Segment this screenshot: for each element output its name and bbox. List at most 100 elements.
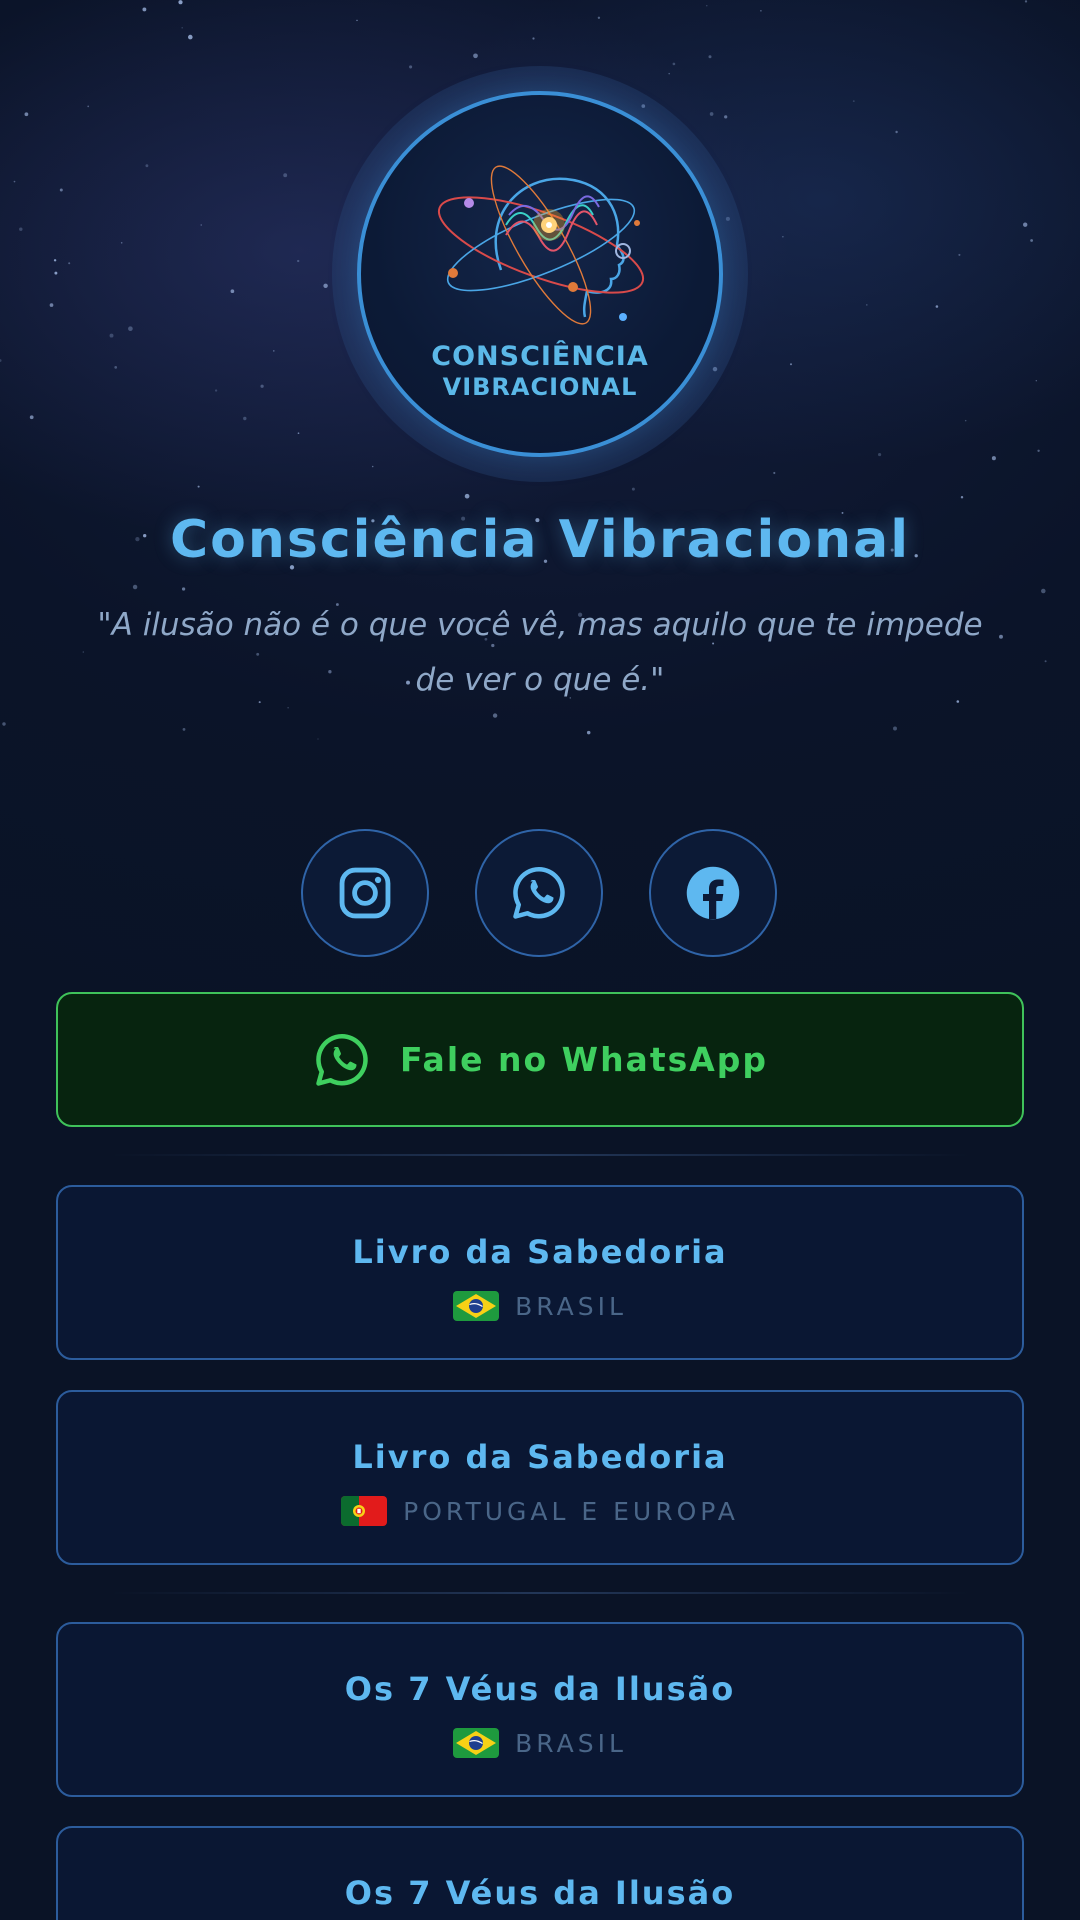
- star: [188, 34, 193, 40]
- star: [852, 100, 855, 102]
- star: [1041, 588, 1046, 594]
- star: [668, 72, 670, 75]
- star: [109, 333, 114, 338]
- star: [532, 37, 535, 40]
- star: [895, 130, 898, 134]
- star: [492, 713, 498, 718]
- star: [260, 384, 264, 388]
- link-card-title: Livro da Sabedoria: [352, 1233, 728, 1271]
- star: [866, 304, 868, 306]
- star: [19, 227, 23, 231]
- star: [706, 5, 708, 7]
- star: [2, 722, 6, 726]
- star: [200, 224, 202, 226]
- star: [1024, 0, 1028, 3]
- star: [29, 415, 34, 420]
- star: [409, 65, 413, 69]
- star: [773, 471, 776, 475]
- brazil-flag-icon: [453, 1728, 500, 1758]
- star: [59, 188, 63, 192]
- link-card-veus-brasil[interactable]: Os 7 Véus da Ilusão BRASIL: [56, 1622, 1024, 1797]
- star: [132, 584, 138, 590]
- star: [760, 9, 762, 12]
- brain-orbit-icon: [437, 165, 645, 325]
- star: [273, 350, 275, 352]
- star: [782, 236, 784, 238]
- star: [297, 259, 300, 263]
- star: [631, 487, 635, 491]
- star: [964, 419, 967, 422]
- profile-title: Consciência Vibracional: [169, 510, 911, 570]
- star: [142, 7, 147, 12]
- star: [789, 363, 793, 366]
- logo-text-line1: CONSCIÊNCIA: [431, 341, 649, 372]
- star: [958, 253, 961, 256]
- star: [371, 465, 374, 468]
- instagram-button[interactable]: [301, 829, 429, 957]
- link-card-livro-brasil[interactable]: Livro da Sabedoria BRASIL: [56, 1185, 1024, 1360]
- star: [317, 738, 319, 740]
- whatsapp-icon: [316, 1033, 368, 1086]
- page: CONSCIÊNCIA VIBRACIONAL Consciência Vibr…: [0, 0, 1080, 1920]
- link-card-region: BRASIL: [515, 1728, 627, 1758]
- star: [672, 62, 676, 66]
- star: [473, 53, 478, 59]
- logo: CONSCIÊNCIA VIBRACIONAL: [357, 91, 723, 457]
- star: [283, 173, 288, 178]
- whatsapp-social-button[interactable]: [475, 829, 603, 957]
- link-card-veus-2[interactable]: Os 7 Véus da Ilusão: [56, 1826, 1024, 1920]
- star: [356, 19, 358, 22]
- star: [128, 326, 133, 332]
- star: [181, 587, 186, 591]
- star: [708, 55, 712, 59]
- star: [145, 164, 149, 168]
- star: [13, 180, 16, 183]
- star: [464, 493, 470, 499]
- star: [54, 271, 58, 275]
- divider: [110, 1592, 970, 1594]
- facebook-icon: [686, 866, 740, 920]
- star: [935, 305, 939, 308]
- star: [24, 112, 29, 117]
- link-card-title: Os 7 Véus da Ilusão: [344, 1874, 736, 1912]
- star: [878, 453, 882, 457]
- whatsapp-cta-button[interactable]: Fale no WhatsApp: [56, 992, 1024, 1127]
- star: [1030, 239, 1033, 242]
- star: [1037, 449, 1040, 452]
- instagram-icon: [339, 867, 391, 919]
- link-card-region: BRASIL: [515, 1291, 627, 1321]
- star: [1044, 660, 1047, 663]
- star: [991, 456, 996, 461]
- star: [178, 0, 183, 5]
- star: [230, 289, 235, 294]
- link-card-livro-portugal[interactable]: Livro da Sabedoria PORTUGAL E EUROPA: [56, 1390, 1024, 1565]
- star: [999, 634, 1003, 639]
- star: [120, 242, 123, 244]
- star: [49, 303, 54, 307]
- star: [197, 485, 200, 488]
- star: [181, 26, 183, 29]
- logo-text-line2: VIBRACIONAL: [442, 373, 638, 401]
- divider: [110, 1154, 970, 1156]
- star: [114, 366, 118, 369]
- star: [243, 416, 247, 421]
- star: [893, 726, 897, 731]
- star: [1023, 222, 1028, 227]
- star: [53, 259, 57, 262]
- brazil-flag-icon: [453, 1291, 500, 1321]
- star: [960, 496, 964, 499]
- whatsapp-cta-label: Fale no WhatsApp: [399, 1040, 769, 1079]
- star: [597, 16, 601, 19]
- star: [214, 389, 218, 392]
- link-card-title: Os 7 Véus da Ilusão: [344, 1670, 736, 1708]
- star: [1035, 380, 1037, 382]
- star: [68, 262, 71, 265]
- star: [586, 730, 591, 735]
- portugal-flag-icon: [341, 1496, 388, 1526]
- star: [82, 651, 85, 653]
- star: [182, 728, 186, 731]
- link-card-region: PORTUGAL E EUROPA: [403, 1496, 739, 1526]
- facebook-button[interactable]: [649, 829, 777, 957]
- star: [0, 359, 2, 362]
- profile-quote: "A ilusão não é o que você vê, mas aquil…: [97, 607, 983, 698]
